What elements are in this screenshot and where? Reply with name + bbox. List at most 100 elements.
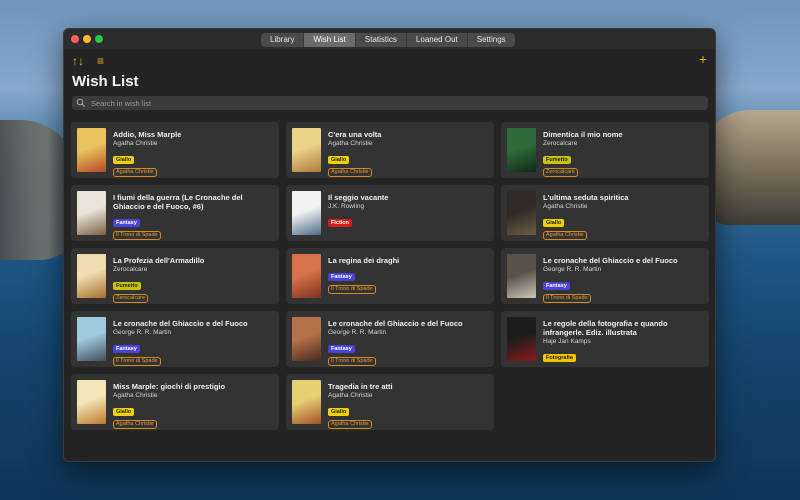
genre-badge: Fantasy (328, 345, 355, 353)
book-card[interactable]: Addio, Miss Marple Agatha Christie Giallo A… (71, 122, 279, 178)
book-card[interactable]: Le cronache del Ghiaccio e del Fuoco Geor… (286, 311, 494, 367)
collection-tag[interactable]: Agatha Christie (113, 168, 157, 177)
genre-badge: Fumetto (113, 282, 141, 290)
collection-tag[interactable]: Agatha Christie (328, 420, 372, 429)
book-card[interactable]: C'era una volta Agatha Christie Giallo Agat… (286, 122, 494, 178)
collection-tag[interactable]: Il Trono di Spade (113, 357, 161, 366)
search-bar[interactable] (72, 96, 708, 110)
book-info: La Profezia dell'Armadillo Zerocalcare Fum… (113, 256, 273, 303)
book-card[interactable]: Miss Marple: giochi di prestigio Agatha C… (71, 374, 279, 430)
book-author: Agatha Christie (328, 140, 373, 147)
book-title: I fiumi della guerra (Le Cronache del Gh… (113, 193, 243, 211)
book-title: La regina dei draghi (328, 256, 400, 265)
tab-wish-list[interactable]: Wish List (304, 33, 356, 47)
book-card[interactable]: L'ultima seduta spiritica Agatha Christie… (501, 185, 709, 241)
book-author: Agatha Christie (543, 203, 588, 210)
minimize-window-button[interactable] (83, 35, 91, 43)
book-card[interactable]: La Profezia dell'Armadillo Zerocalcare Fum… (71, 248, 279, 304)
book-card[interactable]: Dimentica il mio nome Zerocalcare Fumetto Z… (501, 122, 709, 178)
book-info: Le cronache del Ghiaccio e del Fuoco Geor… (113, 319, 273, 366)
book-card[interactable]: Le cronache del Ghiaccio e del Fuoco Geor… (71, 311, 279, 367)
close-window-button[interactable] (71, 35, 79, 43)
add-icon[interactable]: + (699, 52, 707, 66)
tab-bar: Library Wish List Statistics Loaned Out … (261, 33, 515, 47)
tab-library[interactable]: Library (261, 33, 305, 47)
book-title: Le cronache del Ghiaccio e del Fuoco (543, 256, 678, 265)
collection-tag[interactable]: Il Trono di Spade (328, 285, 376, 294)
genre-badge: Giallo (113, 156, 135, 164)
book-title: La Profezia dell'Armadillo (113, 256, 205, 265)
book-author: Agatha Christie (113, 140, 158, 147)
book-author: Agatha Christie (113, 392, 158, 399)
book-title: Dimentica il mio nome (543, 130, 623, 139)
book-info: Il seggio vacante J.K. Rowling Fiction (328, 193, 488, 229)
book-cover (77, 317, 106, 361)
book-title: Tragedia in tre atti (328, 382, 393, 391)
book-cover (77, 380, 106, 424)
book-author: Zerocalcare (543, 140, 578, 147)
collection-tag[interactable]: Agatha Christie (113, 420, 157, 429)
sort-icon[interactable]: ↑↓ (72, 55, 84, 67)
book-title: L'ultima seduta spiritica (543, 193, 629, 202)
book-card[interactable]: I fiumi della guerra (Le Cronache del Gh… (71, 185, 279, 241)
book-author: Zerocalcare (113, 266, 148, 273)
book-cover (507, 317, 536, 361)
collection-tag[interactable]: Agatha Christie (543, 231, 587, 240)
book-card[interactable]: Le cronache del Ghiaccio e del Fuoco Geor… (501, 248, 709, 304)
tab-loaned-out[interactable]: Loaned Out (407, 33, 468, 47)
book-info: Tragedia in tre atti Agatha Christie Giall… (328, 382, 488, 429)
genre-badge: Fiction (328, 219, 353, 227)
book-card[interactable]: Tragedia in tre atti Agatha Christie Giall… (286, 374, 494, 430)
book-cover (77, 191, 106, 235)
tab-statistics[interactable]: Statistics (356, 33, 407, 47)
book-info: Le regole della fotografia e quando infr… (543, 319, 703, 364)
book-cover (292, 317, 321, 361)
book-card[interactable]: La regina dei draghi Fantasy Il Trono di S… (286, 248, 494, 304)
book-card[interactable]: Le regole della fotografia e quando infr… (501, 311, 709, 367)
tab-settings[interactable]: Settings (468, 33, 515, 47)
book-title: Addio, Miss Marple (113, 130, 182, 139)
book-info: La regina dei draghi Fantasy Il Trono di S… (328, 256, 488, 294)
genre-badge: Fotografia (543, 354, 576, 362)
book-cover (292, 191, 321, 235)
book-cover (507, 128, 536, 172)
book-info: I fiumi della guerra (Le Cronache del Gh… (113, 193, 273, 240)
book-title: Le regole della fotografia e quando infr… (543, 319, 668, 337)
book-card[interactable]: Il seggio vacante J.K. Rowling Fiction (286, 185, 494, 241)
book-cover (292, 128, 321, 172)
book-author: Agatha Christie (328, 392, 373, 399)
genre-badge: Fumetto (543, 156, 571, 164)
book-author: George R. R. Martin (543, 266, 602, 273)
book-cover (77, 254, 106, 298)
book-cover (292, 254, 321, 298)
book-cover (292, 380, 321, 424)
filter-icon[interactable]: ≡ (97, 55, 104, 67)
collection-tag[interactable]: Il Trono di Spade (328, 357, 376, 366)
genre-badge: Giallo (113, 408, 135, 416)
zoom-window-button[interactable] (95, 35, 103, 43)
book-title: Le cronache del Ghiaccio e del Fuoco (113, 319, 248, 328)
genre-badge: Fantasy (543, 282, 570, 290)
book-info: Addio, Miss Marple Agatha Christie Giallo A… (113, 130, 273, 177)
collection-tag[interactable]: Il Trono di Spade (113, 231, 161, 240)
genre-badge: Fantasy (113, 219, 140, 227)
book-info: Le cronache del Ghiaccio e del Fuoco Geor… (328, 319, 488, 366)
genre-badge: Fantasy (328, 273, 355, 281)
genre-badge: Fantasy (113, 345, 140, 353)
book-title: Il seggio vacante (328, 193, 389, 202)
search-input[interactable] (91, 96, 691, 110)
search-icon (76, 98, 85, 107)
book-author: George R. R. Martin (328, 329, 387, 336)
book-info: Miss Marple: giochi di prestigio Agatha C… (113, 382, 273, 429)
book-info: L'ultima seduta spiritica Agatha Christie… (543, 193, 703, 240)
collection-tag[interactable]: Zerocalcare (113, 294, 149, 303)
collection-tag[interactable]: Agatha Christie (328, 168, 372, 177)
genre-badge: Giallo (328, 408, 350, 416)
collection-tag[interactable]: Zerocalcare (543, 168, 579, 177)
collection-tag[interactable]: Il Trono di Spade (543, 294, 591, 303)
book-info: Le cronache del Ghiaccio e del Fuoco Geor… (543, 256, 703, 303)
book-info: Dimentica il mio nome Zerocalcare Fumetto Z… (543, 130, 703, 177)
book-cover (507, 254, 536, 298)
book-author: George R. R. Martin (113, 329, 172, 336)
book-cover (507, 191, 536, 235)
